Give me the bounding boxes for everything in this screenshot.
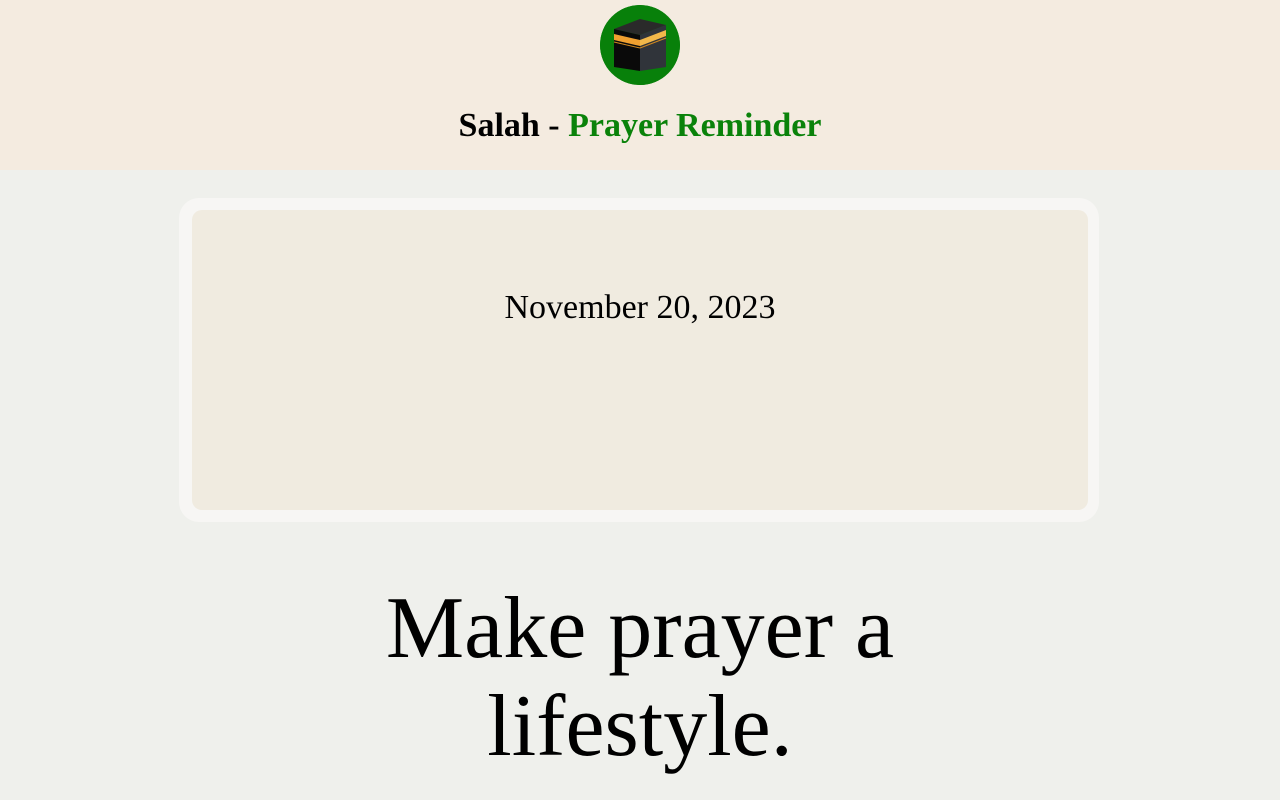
date-card-panel: November 20, 2023 bbox=[192, 210, 1088, 510]
app-title-main: Salah - bbox=[458, 107, 569, 144]
hero-tagline: Make prayer a lifestyle. bbox=[385, 580, 895, 775]
app-title: Salah - Prayer Reminder bbox=[0, 104, 1280, 148]
current-date: November 20, 2023 bbox=[504, 289, 776, 326]
app-header: Salah - Prayer Reminder bbox=[0, 0, 1280, 170]
date-card: November 20, 2023 bbox=[179, 198, 1099, 522]
app-title-accent: Prayer Reminder bbox=[568, 107, 822, 144]
kaaba-icon bbox=[600, 5, 680, 85]
